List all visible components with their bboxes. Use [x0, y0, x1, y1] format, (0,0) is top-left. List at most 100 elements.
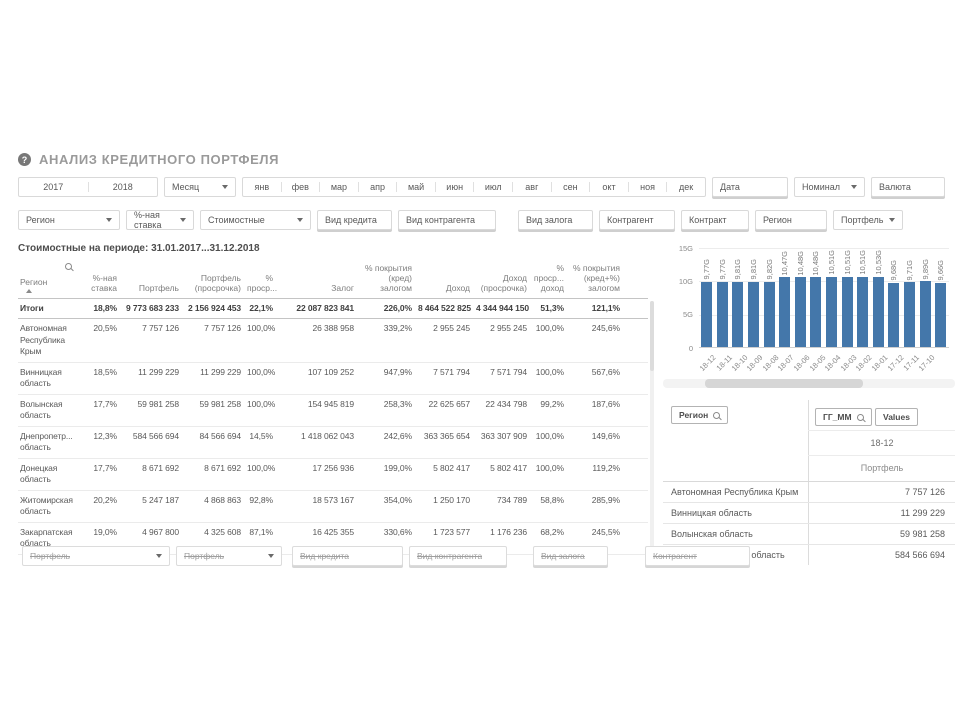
- month-cell[interactable]: фев: [280, 182, 320, 192]
- bottom-filter[interactable]: Вид залога: [533, 546, 608, 566]
- bar[interactable]: 10,51G: [839, 248, 855, 347]
- cost-dropdown[interactable]: Стоимостные: [200, 210, 311, 230]
- bar[interactable]: 9,82G: [761, 248, 777, 347]
- bar-rect[interactable]: [701, 281, 713, 347]
- chart-horizontal-scrollbar[interactable]: [663, 379, 955, 388]
- bar[interactable]: 9,68G: [886, 248, 902, 347]
- bar-rect[interactable]: [872, 276, 884, 347]
- table-row[interactable]: Волынская область 17,7% 59 981 258 59 98…: [18, 394, 648, 427]
- month-cell[interactable]: мар: [319, 182, 358, 192]
- pivot-row[interactable]: Волынская область 59 981 258: [663, 524, 955, 545]
- pivot-row[interactable]: Автономная Республика Крым 7 757 126: [663, 482, 955, 503]
- month-cell[interactable]: июл: [473, 182, 512, 192]
- table-row[interactable]: Донецкая область 17,7% 8 671 692 8 671 6…: [18, 458, 648, 491]
- month-cell[interactable]: дек: [666, 182, 705, 192]
- bar-rect[interactable]: [904, 282, 916, 347]
- column-header-rate[interactable]: %-ная ставка: [78, 259, 121, 299]
- bar-rect[interactable]: [888, 282, 900, 347]
- bar[interactable]: 9,77G: [699, 248, 715, 347]
- bar-rect[interactable]: [841, 276, 853, 347]
- bar[interactable]: 10,48G: [808, 248, 824, 347]
- bar[interactable]: 10,51G: [855, 248, 871, 347]
- bar-rect[interactable]: [732, 281, 744, 347]
- pivot-row[interactable]: Винницкая область 11 299 229: [663, 503, 955, 524]
- bottom-filter[interactable]: Вид контрагента: [409, 546, 507, 566]
- bar-rect[interactable]: [935, 282, 947, 347]
- help-icon[interactable]: ?: [18, 153, 31, 166]
- column-header-coverage-plus-pct[interactable]: % покрытия (кред+%) залогом: [568, 259, 624, 299]
- column-header-overdue-income-pct[interactable]: % проср... доход: [531, 259, 568, 299]
- month-cell[interactable]: апр: [357, 182, 397, 192]
- column-header-overdue-pct[interactable]: % проср...: [245, 259, 277, 299]
- pivot-column-value[interactable]: 18-12: [809, 431, 955, 455]
- bottom-filter[interactable]: Портфель: [22, 546, 170, 566]
- bar[interactable]: 10,53G: [871, 248, 887, 347]
- region-filter[interactable]: Регион: [755, 210, 827, 230]
- rate-dropdown[interactable]: %-ная ставка: [126, 210, 194, 230]
- region-dropdown[interactable]: Регион: [18, 210, 120, 230]
- bar-rect[interactable]: [857, 276, 869, 347]
- region-cell[interactable]: Житомирская область: [18, 490, 78, 523]
- bottom-filter[interactable]: Портфель: [176, 546, 282, 566]
- month-cell[interactable]: май: [396, 182, 435, 192]
- month-cell[interactable]: июн: [434, 182, 474, 192]
- month-cell[interactable]: ноя: [627, 182, 667, 192]
- bar[interactable]: 9,81G: [746, 248, 762, 347]
- column-header-overdue-portfolio[interactable]: Портфель (просрочка): [183, 259, 245, 299]
- nominal-dropdown[interactable]: Номинал: [794, 177, 865, 197]
- bar[interactable]: 10,47G: [777, 248, 793, 347]
- region-cell[interactable]: Автономная Республика Крым: [18, 318, 78, 363]
- bar-rect[interactable]: [794, 277, 806, 347]
- bar-rect[interactable]: [779, 277, 791, 347]
- scrollbar-thumb[interactable]: [705, 379, 863, 388]
- table-row[interactable]: Автономная Республика Крым 20,5% 7 757 1…: [18, 318, 648, 363]
- column-header-collateral[interactable]: Залог: [277, 259, 358, 299]
- region-cell[interactable]: Винницкая область: [18, 362, 78, 395]
- bottom-filter[interactable]: Вид кредита: [292, 546, 403, 566]
- year-cell[interactable]: 2017: [19, 182, 88, 192]
- month-dropdown[interactable]: Месяц: [164, 177, 236, 197]
- bar[interactable]: 9,71G: [902, 248, 918, 347]
- pivot-row-region[interactable]: Винницкая область: [663, 508, 808, 518]
- bar[interactable]: 10,51G: [824, 248, 840, 347]
- month-cell[interactable]: янв: [243, 182, 281, 192]
- region-cell[interactable]: Волынская область: [18, 394, 78, 427]
- bar[interactable]: 10,48G: [793, 248, 809, 347]
- bar-rect[interactable]: [810, 277, 822, 347]
- region-cell[interactable]: Днепропетр... область: [18, 426, 78, 459]
- column-header-region[interactable]: Регион: [18, 259, 78, 299]
- bar-rect[interactable]: [748, 281, 760, 347]
- month-cell[interactable]: сен: [550, 182, 590, 192]
- pivot-row-region[interactable]: Автономная Республика Крым: [663, 487, 808, 497]
- date-filter-input[interactable]: Дата: [712, 177, 788, 197]
- collateral-type-filter[interactable]: Вид залога: [518, 210, 593, 230]
- column-header-income[interactable]: Доход: [416, 259, 474, 299]
- pivot-row-dim-button[interactable]: Регион: [671, 406, 729, 424]
- table-row[interactable]: Днепропетр... область 12,3% 584 566 694 …: [18, 426, 648, 459]
- scrollbar-thumb[interactable]: [650, 301, 654, 371]
- pivot-row-region[interactable]: Волынская область: [663, 529, 808, 539]
- bottom-filter[interactable]: Контрагент: [645, 546, 750, 566]
- bar[interactable]: 9,77G: [715, 248, 731, 347]
- bar-rect[interactable]: [919, 281, 931, 347]
- bar[interactable]: 9,81G: [730, 248, 746, 347]
- pivot-values-button[interactable]: Values: [875, 408, 918, 426]
- bar-rect[interactable]: [763, 281, 775, 347]
- bar[interactable]: 9,89G: [917, 248, 933, 347]
- contract-filter[interactable]: Контракт: [681, 210, 749, 230]
- pivot-col-dim-button[interactable]: ГГ_ММ: [815, 408, 872, 426]
- bar[interactable]: 9,66G: [933, 248, 949, 347]
- counterparty-filter[interactable]: Контрагент: [599, 210, 675, 230]
- table-vertical-scrollbar[interactable]: [650, 301, 654, 560]
- column-header-overdue-income[interactable]: Доход (просрочка): [474, 259, 531, 299]
- currency-filter-input[interactable]: Валюта: [871, 177, 945, 197]
- year-cell[interactable]: 2018: [87, 182, 158, 192]
- credit-type-filter[interactable]: Вид кредита: [317, 210, 392, 230]
- column-header-portfolio[interactable]: Портфель: [121, 259, 183, 299]
- counterparty-type-filter[interactable]: Вид контрагента: [398, 210, 496, 230]
- bar-rect[interactable]: [826, 276, 838, 347]
- bar-rect[interactable]: [716, 281, 728, 347]
- table-row[interactable]: Житомирская область 20,2% 5 247 187 4 86…: [18, 490, 648, 523]
- column-header-coverage-pct[interactable]: % покрытия (кред) залогом: [358, 259, 416, 299]
- region-cell[interactable]: Донецкая область: [18, 458, 78, 491]
